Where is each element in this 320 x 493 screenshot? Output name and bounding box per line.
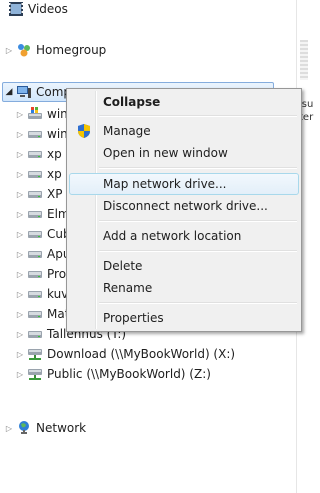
tree-item-drive[interactable]: ▷ Mat <box>16 304 70 324</box>
drive-icon <box>28 311 42 318</box>
drive-icon <box>28 291 42 298</box>
homegroup-icon <box>18 44 30 57</box>
expand-arrow-icon[interactable]: ▷ <box>16 350 24 359</box>
tree-item-drive[interactable]: ▷ Apu <box>16 244 71 264</box>
expand-arrow-icon[interactable]: ▷ <box>16 270 24 279</box>
menu-item-add-network-location[interactable]: Add a network location <box>69 225 299 247</box>
menu-item-open-new-window[interactable]: Open in new window <box>69 142 299 164</box>
menu-item-manage[interactable]: Manage <box>69 120 299 142</box>
expand-arrow-icon[interactable]: ▷ <box>16 210 24 219</box>
expand-arrow-icon[interactable]: ▷ <box>5 46 13 55</box>
drive-icon <box>28 231 42 238</box>
computer-icon <box>17 86 31 98</box>
tree-item-label: Network <box>36 421 87 435</box>
tree-item-drive[interactable]: ▷ win <box>16 104 68 124</box>
tree-item-computer[interactable]: ◢ Comp <box>5 82 72 102</box>
tree-item-drive[interactable]: ▷ xp p <box>16 164 73 184</box>
tree-item-drive[interactable]: ▷ win <box>16 124 68 144</box>
windows-drive-icon <box>28 107 42 119</box>
menu-item-collapse[interactable]: Collapse <box>69 91 299 113</box>
drive-icon <box>28 151 42 158</box>
network-drive-icon <box>28 369 42 380</box>
network-icon <box>19 421 29 434</box>
tree-item-network[interactable]: ▷ Network <box>5 418 86 438</box>
drive-icon <box>28 191 42 198</box>
drive-icon <box>28 171 42 178</box>
uac-shield-icon <box>78 124 90 138</box>
tree-item-drive[interactable]: ▷ Download (\\MyBookWorld) (X:) <box>16 344 235 364</box>
expand-arrow-icon[interactable]: ▷ <box>16 170 24 179</box>
menu-item-label: Open in new window <box>103 146 228 160</box>
expand-arrow-icon[interactable]: ▷ <box>16 370 24 379</box>
menu-item-map-network-drive[interactable]: Map network drive... <box>69 173 299 195</box>
expand-arrow-icon[interactable]: ▷ <box>16 250 24 259</box>
menu-item-label: Map network drive... <box>103 177 227 191</box>
context-menu: Collapse Manage Open in new window Map n… <box>66 88 302 332</box>
tree-item-label: Videos <box>28 2 68 16</box>
drive-icon <box>28 271 42 278</box>
menu-item-rename[interactable]: Rename <box>69 277 299 299</box>
drive-icon <box>28 331 42 338</box>
expand-arrow-icon[interactable]: ▷ <box>16 330 24 339</box>
menu-item-label: Disconnect network drive... <box>103 199 268 213</box>
menu-item-delete[interactable]: Delete <box>69 255 299 277</box>
drive-icon <box>28 131 42 138</box>
menu-item-label: Rename <box>103 281 153 295</box>
expand-arrow-icon[interactable]: ▷ <box>5 424 13 433</box>
tree-item-drive[interactable]: ▷ Elm <box>16 204 70 224</box>
tree-item-label: win <box>47 127 68 141</box>
menu-separator <box>99 250 297 252</box>
menu-item-label: Collapse <box>103 95 161 109</box>
videos-library-icon <box>9 2 23 16</box>
collapse-arrow-icon[interactable]: ◢ <box>5 87 13 97</box>
tree-item-videos[interactable]: Videos <box>8 0 68 19</box>
tree-item-drive[interactable]: ▷ Cub <box>16 224 71 244</box>
tree-item-drive[interactable]: ▷ Public (\\MyBookWorld) (Z:) <box>16 364 211 384</box>
expand-arrow-icon[interactable]: ▷ <box>16 130 24 139</box>
tree-item-label: Homegroup <box>36 43 107 57</box>
tree-item-drive[interactable]: ▷ Proc <box>16 264 73 284</box>
menu-item-label: Properties <box>103 311 164 325</box>
drive-icon <box>28 211 42 218</box>
expand-arrow-icon[interactable]: ▷ <box>16 310 24 319</box>
expand-arrow-icon[interactable]: ▷ <box>16 230 24 239</box>
tree-item-drive[interactable]: ▷ xp ( <box>16 144 70 164</box>
menu-item-label: Delete <box>103 259 143 273</box>
menu-separator <box>99 220 297 222</box>
menu-separator <box>99 302 297 304</box>
menu-item-properties[interactable]: Properties <box>69 307 299 329</box>
menu-item-disconnect-network-drive[interactable]: Disconnect network drive... <box>69 195 299 217</box>
tree-item-homegroup[interactable]: ▷ Homegroup <box>5 40 106 60</box>
tree-item-drive[interactable]: ▷ kuv <box>16 284 68 304</box>
menu-item-label: Add a network location <box>103 229 242 243</box>
menu-separator <box>99 167 297 169</box>
tree-item-label: Download (\\MyBookWorld) (X:) <box>47 347 236 361</box>
expand-arrow-icon[interactable]: ▷ <box>16 190 24 199</box>
drive-icon <box>28 251 42 258</box>
tree-item-drive[interactable]: ▷ XP F <box>16 184 73 204</box>
menu-separator <box>99 115 297 117</box>
expand-arrow-icon[interactable]: ▷ <box>16 150 24 159</box>
network-drive-icon <box>28 349 42 360</box>
tree-item-label: win <box>47 107 68 121</box>
thumbnail-fragment <box>300 40 308 80</box>
expand-arrow-icon[interactable]: ▷ <box>16 290 24 299</box>
menu-item-label: Manage <box>103 124 151 138</box>
tree-item-label: Public (\\MyBookWorld) (Z:) <box>47 367 211 381</box>
expand-arrow-icon[interactable]: ▷ <box>16 110 24 119</box>
